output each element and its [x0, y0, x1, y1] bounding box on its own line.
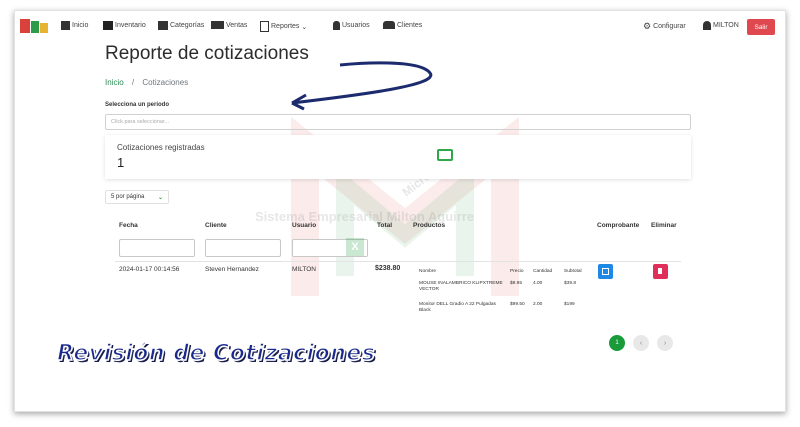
- user-icon: [703, 21, 711, 30]
- receipt-button[interactable]: [598, 264, 613, 279]
- page-1-button[interactable]: 1: [609, 335, 625, 351]
- clients-icon: [383, 21, 395, 29]
- app-logo: [20, 19, 48, 33]
- nav-reportes[interactable]: Reportes ⌄: [260, 21, 307, 32]
- nav-inicio-label: Inicio: [72, 22, 89, 29]
- th-usuario: Usuario: [292, 222, 317, 229]
- cell-cliente: Steven Hernandez: [205, 266, 259, 273]
- product-subtotal: $199: [564, 302, 575, 307]
- page-title: Reporte de cotizaciones: [105, 43, 309, 64]
- row-divider: [115, 261, 681, 262]
- product-price: $9.95: [510, 281, 523, 286]
- cell-total: $238.80: [375, 265, 401, 272]
- product-name: Monitor DELL Gradio A 22 Pulgadas Black: [419, 302, 496, 313]
- th-productos: Productos: [413, 222, 446, 229]
- summary-card: Cotizaciones registradas 1: [105, 135, 691, 179]
- ticket-icon: [437, 149, 453, 161]
- nav-clientes[interactable]: Clientes: [383, 21, 422, 29]
- product-qty: 2.00: [533, 302, 543, 307]
- period-input[interactable]: Click para seleccionar...: [105, 114, 691, 130]
- home-icon: [61, 21, 70, 30]
- breadcrumb-current: Cotizaciones: [142, 78, 189, 87]
- categories-icon: [158, 21, 168, 30]
- next-page-button[interactable]: ›: [657, 335, 673, 351]
- th-fecha: Fecha: [119, 222, 138, 229]
- logout-button[interactable]: Salir: [747, 19, 775, 35]
- subth-cantidad: Cantidad: [533, 269, 553, 274]
- nav-inicio[interactable]: Inicio: [61, 21, 88, 30]
- annotation-arrow: [291, 61, 433, 111]
- subth-precio: Precio: [510, 269, 524, 274]
- navbar: Inicio Inventario Categorías Ventas Repo…: [15, 11, 785, 45]
- subth-nombre: Nombre: [419, 269, 437, 274]
- nav-configurar-label: Configurar: [653, 23, 686, 30]
- nav-inventario[interactable]: Inventario: [103, 21, 146, 30]
- cell-usuario: MILTON: [292, 266, 316, 273]
- breadcrumb-separator: /: [131, 78, 135, 87]
- prev-page-button[interactable]: ‹: [633, 335, 649, 351]
- summary-label: Cotizaciones registradas: [117, 143, 205, 152]
- user-icon: [333, 21, 340, 30]
- app-window: MicroTeckVBA Sistema Empresarial Milton …: [14, 10, 786, 412]
- summary-count: 1: [117, 155, 125, 170]
- nav-categorias[interactable]: Categorías: [158, 21, 204, 30]
- th-comprobante: Comprobante: [597, 222, 640, 229]
- perpage-select[interactable]: 5 por página ⌄: [105, 190, 169, 204]
- breadcrumb-home[interactable]: Inicio: [105, 78, 124, 87]
- nav-usuarios-label: Usuarios: [342, 22, 370, 29]
- th-eliminar: Eliminar: [651, 222, 677, 229]
- caption-banner: Revisión de Cotizaciones: [56, 340, 376, 367]
- delete-button[interactable]: [653, 264, 668, 279]
- period-label: Selecciona un periodo: [105, 102, 170, 108]
- report-icon: [260, 21, 269, 32]
- nav-usuarios[interactable]: Usuarios: [333, 21, 370, 30]
- nav-configurar[interactable]: ⚙ Configurar: [643, 21, 686, 32]
- product-subtotal: $39.8: [564, 281, 577, 286]
- filter-fecha-input[interactable]: [119, 239, 195, 257]
- chevron-down-icon: ⌄: [157, 195, 163, 201]
- sales-icon: [211, 21, 224, 29]
- gear-icon: ⚙: [643, 21, 652, 31]
- chevron-down-icon: ⌄: [301, 23, 308, 31]
- inventory-icon: [103, 21, 113, 30]
- th-cliente: Cliente: [205, 222, 227, 229]
- nav-ventas-label: Ventas: [226, 21, 248, 29]
- product-qty: 4.00: [533, 281, 543, 286]
- cell-fecha: 2024-01-17 00:14:56: [119, 266, 180, 273]
- nav-user-label: MILTON: [713, 22, 739, 29]
- nav-reportes-label: Reportes: [271, 23, 300, 30]
- subth-subtotal: Subtotal: [564, 269, 582, 274]
- breadcrumb: Inicio / Cotizaciones: [105, 78, 188, 87]
- th-total: Total: [377, 222, 393, 229]
- nav-user[interactable]: MILTON: [703, 21, 739, 30]
- excel-icon: X: [346, 238, 364, 256]
- perpage-value: 5 por página: [111, 194, 145, 200]
- nav-inventario-label: Inventario: [115, 22, 146, 29]
- nav-clientes-label: Clientes: [397, 21, 423, 29]
- nav-ventas[interactable]: Ventas: [211, 21, 247, 29]
- filter-cliente-input[interactable]: [205, 239, 281, 257]
- product-name: MOUSE INALAMBRICO KLIPXTREME VECTOR: [419, 281, 503, 292]
- nav-categorias-label: Categorías: [170, 22, 205, 29]
- product-price: $99.50: [510, 302, 525, 307]
